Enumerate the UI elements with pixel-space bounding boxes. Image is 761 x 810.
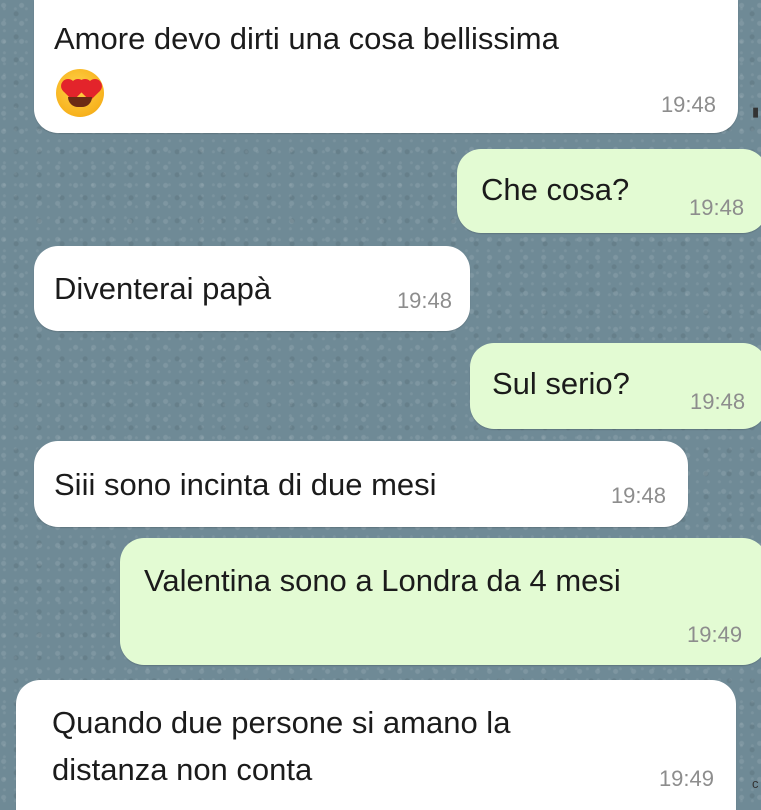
message-bubble-incoming[interactable]: Diventerai papà 19:48 (34, 246, 470, 331)
message-text: Diventerai papà (54, 271, 272, 306)
message-time: 19:48 (396, 288, 452, 313)
edge-marker: c (752, 776, 759, 791)
message-bubble-incoming[interactable]: Amore devo dirti una cosa bellissima 19:… (34, 0, 738, 133)
message-text: Amore devo dirti una cosa bellissima (54, 21, 559, 56)
message-bubble-incoming[interactable]: Quando due persone si amano la distanza … (16, 680, 736, 810)
message-time: 19:49 (687, 622, 743, 647)
message-text-line-1: Quando due persone si amano la (52, 705, 511, 740)
heart-eyes-emoji-icon (56, 69, 104, 117)
message-text: Siii sono incinta di due mesi (54, 467, 437, 502)
message-text: Valentina sono a Londra da 4 mesi (144, 563, 621, 598)
message-bubble-outgoing[interactable]: Valentina sono a Londra da 4 mesi 19:49 (120, 538, 761, 665)
chat-conversation: Amore devo dirti una cosa bellissima 19:… (0, 0, 761, 810)
message-bubble-outgoing[interactable]: Sul serio? 19:48 (470, 343, 761, 429)
message-time: 19:48 (610, 483, 666, 508)
edge-marker: ▮ (752, 104, 760, 119)
message-time: 19:48 (660, 92, 716, 117)
message-text: Che cosa? (481, 172, 630, 207)
message-time: 19:48 (689, 195, 745, 220)
message-text-line-2: distanza non conta (52, 752, 313, 787)
message-text: Sul serio? (492, 366, 630, 401)
message-bubble-incoming[interactable]: Siii sono incinta di due mesi 19:48 (34, 441, 688, 527)
message-time: 19:48 (690, 389, 746, 414)
message-time: 19:49 (658, 766, 714, 791)
message-bubble-outgoing[interactable]: Che cosa? 19:48 (457, 149, 761, 233)
